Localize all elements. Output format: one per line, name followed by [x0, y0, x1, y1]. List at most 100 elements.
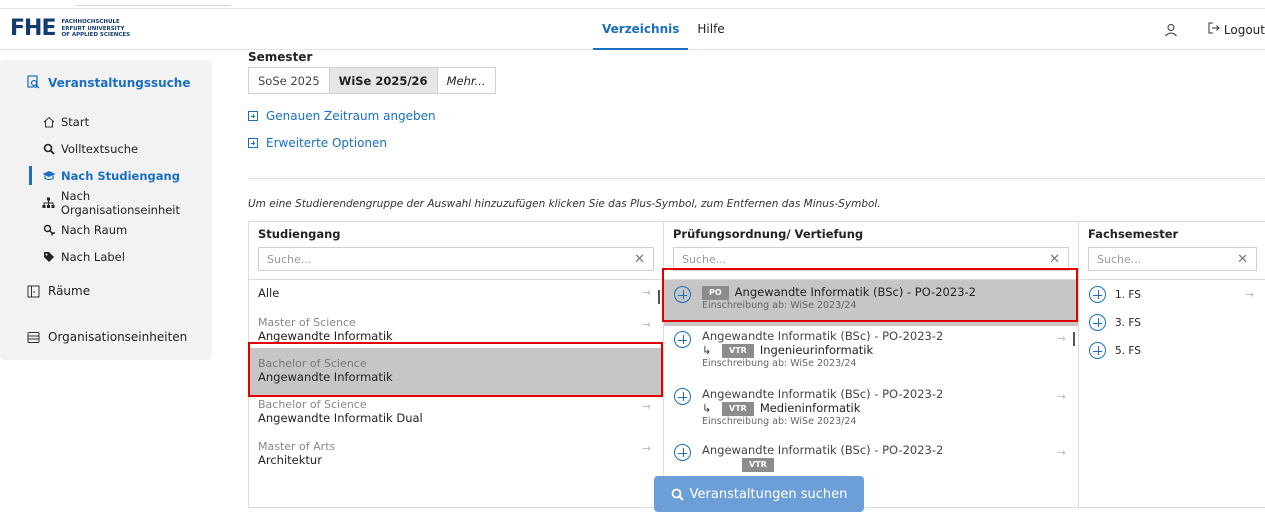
studiengang-search-input[interactable]: Suche... ✕ — [258, 247, 654, 271]
fachsemester-search-input[interactable]: Suche... ✕ — [1088, 247, 1257, 271]
sidebar-item-nach-raum[interactable]: Nach Raum — [0, 216, 212, 243]
clear-icon[interactable]: ✕ — [1237, 252, 1248, 267]
list-item[interactable]: Bachelor of Science Angewandte Informati… — [249, 396, 663, 440]
graduation-cap-icon — [42, 170, 56, 182]
po-badge: PO — [702, 285, 729, 300]
timespan-link-label: Genauen Zeitraum angeben — [266, 109, 436, 123]
vtr-badge: VTR — [722, 343, 754, 358]
arrow-right-icon: → — [641, 286, 651, 299]
sidebar-main-label: Veranstaltungssuche — [48, 76, 191, 90]
main-nav: Verzeichnis Hilfe — [593, 9, 734, 50]
vertiefung-label: Medieninformatik — [759, 401, 861, 415]
clear-icon[interactable]: ✕ — [634, 252, 645, 267]
po-note: Einschreibung ab: WiSe 2023/24 — [702, 299, 857, 311]
sitemap-icon — [42, 197, 56, 209]
fhe-logo[interactable]: FHE FACHHOCHSCHULE ERFURT UNIVERSITY OF … — [10, 17, 130, 41]
list-item[interactable]: Master of Science Angewandte Informatik … — [249, 306, 663, 348]
add-circle-icon[interactable] — [674, 388, 691, 405]
list-item-selected[interactable]: Bachelor of Science Angewandte Informati… — [249, 348, 663, 396]
sidebar-organisationseinheiten[interactable]: Organisationseinheiten — [0, 326, 212, 348]
pruefungsordnung-list: PO Angewandte Informatik (BSc) - PO-2023-… — [664, 279, 1078, 509]
po-title: Angewandte Informatik (BSc) - PO-2023-2 — [702, 329, 944, 343]
po-title: Angewandte Informatik (BSc) - PO-2023-2 — [702, 443, 944, 457]
timespan-link[interactable]: Genauen Zeitraum angeben — [248, 108, 1265, 124]
add-circle-icon[interactable] — [674, 444, 691, 461]
list-item[interactable]: Angewandte Informatik (BSc) - PO-2023-2 … — [664, 382, 1078, 438]
list-item-main: Angewandte Informatik — [258, 370, 393, 384]
list-item-sub: Master of Arts — [258, 440, 336, 453]
search-icon — [42, 143, 56, 155]
fachsemester-column: Fachsemester Suche... ✕ 1. FS → 3. FS 5.… — [1079, 222, 1265, 509]
selection-hint: Um eine Studierendengruppe der Auswahl h… — [248, 198, 881, 210]
divider — [248, 178, 1265, 179]
sidebar-org-label: Organisationseinheiten — [48, 330, 188, 344]
list-item[interactable]: 5. FS — [1079, 342, 1265, 370]
fachsemester-header: Fachsemester — [1088, 227, 1179, 241]
sidebar-item-nach-organisationseinheit[interactable]: Nach Organisationseinheit — [0, 189, 212, 217]
expand-plus-icon — [248, 111, 258, 121]
sidebar-item-volltextsuche[interactable]: Volltextsuche — [0, 135, 212, 162]
po-title: Angewandte Informatik (BSc) - PO-2023-2 — [702, 387, 944, 401]
selection-table: Studiengang Suche... ✕ Alle → Master of … — [248, 221, 1265, 509]
list-item-main: Angewandte Informatik — [258, 329, 393, 343]
list-item[interactable]: Alle → — [249, 280, 663, 306]
list-item[interactable]: Master of Arts Architektur → — [249, 440, 663, 480]
sidebar-item-start[interactable]: Start — [0, 108, 212, 135]
search-icon — [671, 488, 684, 501]
semester-button-wise-2025-26[interactable]: WiSe 2025/26 — [329, 67, 438, 94]
add-circle-icon[interactable] — [1089, 314, 1106, 331]
pruefungsordnung-header: Prüfungsordnung/ Vertiefung — [673, 227, 864, 241]
sidebar-raeume[interactable]: Räume — [0, 280, 212, 302]
list-item[interactable]: 1. FS → — [1079, 286, 1265, 314]
logout-button[interactable]: Logout — [1208, 22, 1265, 37]
sidebar-item-nach-studiengang[interactable]: Nach Studiengang — [0, 162, 212, 189]
fachsemester-list: 1. FS → 3. FS 5. FS — [1079, 279, 1265, 509]
advanced-options-link[interactable]: Erweiterte Optionen — [248, 135, 1265, 151]
arrow-right-icon: → — [641, 442, 651, 455]
add-circle-icon[interactable] — [674, 331, 691, 348]
semester-button-sose-2025[interactable]: SoSe 2025 — [248, 67, 330, 94]
fs-label: 5. FS — [1115, 345, 1141, 357]
list-item-selected[interactable]: PO Angewandte Informatik (BSc) - PO-2023-… — [664, 280, 1078, 326]
pruefungsordnung-search-input[interactable]: Suche... ✕ — [673, 247, 1069, 271]
sidebar: Veranstaltungssuche Start Volltextsuche … — [0, 60, 212, 360]
sidebar-veranstaltungssuche[interactable]: Veranstaltungssuche — [0, 72, 212, 94]
arrow-right-icon: → — [1056, 446, 1066, 459]
add-circle-icon[interactable] — [1089, 286, 1106, 303]
clear-icon[interactable]: ✕ — [1049, 252, 1060, 267]
studiengang-column: Studiengang Suche... ✕ Alle → Master of … — [249, 222, 664, 509]
list-item-main: Angewandte Informatik Dual — [258, 411, 423, 425]
main-content: Semester SoSe 2025 WiSe 2025/26 Mehr... … — [248, 50, 1265, 509]
nav-verzeichnis[interactable]: Verzeichnis — [593, 9, 689, 50]
po-title: Angewandte Informatik (BSc) - PO-2023-2 — [734, 285, 976, 299]
tag-icon — [42, 251, 56, 263]
scrollbar-thumb[interactable] — [658, 290, 660, 304]
semester-button-more[interactable]: Mehr... — [437, 67, 496, 94]
list-item-main: Architektur — [258, 453, 322, 467]
advanced-options-label: Erweiterte Optionen — [266, 136, 388, 150]
sidebar-item-label: Nach Label — [61, 249, 125, 264]
list-item[interactable]: Angewandte Informatik (BSc) - PO-2023-2 … — [664, 438, 1078, 478]
search-courses-label: Veranstaltungen suchen — [689, 486, 848, 502]
logout-icon — [1208, 22, 1224, 37]
search-courses-button[interactable]: Veranstaltungen suchen — [654, 476, 864, 512]
list-item-sub: Master of Science — [258, 316, 356, 329]
nav-hilfe[interactable]: Hilfe — [688, 9, 733, 50]
arrow-right-icon: → — [1056, 390, 1066, 403]
app-header: FHE FACHHOCHSCHULE ERFURT UNIVERSITY OF … — [0, 8, 1265, 50]
door-icon — [27, 285, 40, 298]
scrollbar-thumb[interactable] — [1073, 332, 1075, 346]
pruefungsordnung-column: Prüfungsordnung/ Vertiefung Suche... ✕ P… — [664, 222, 1079, 509]
sidebar-item-label: Volltextsuche — [61, 141, 139, 156]
expand-plus-icon — [248, 138, 258, 148]
list-item[interactable]: Angewandte Informatik (BSc) - PO-2023-2 … — [664, 326, 1078, 382]
add-circle-icon[interactable] — [1089, 342, 1106, 359]
user-icon[interactable] — [1164, 23, 1178, 37]
home-icon — [42, 116, 56, 128]
add-circle-icon[interactable] — [674, 286, 691, 303]
sidebar-item-label: Nach Raum — [61, 222, 128, 237]
user-nav: Logout — [1164, 9, 1265, 50]
list-item[interactable]: 3. FS — [1079, 314, 1265, 342]
tab-stub — [75, 0, 230, 6]
sidebar-item-nach-label[interactable]: Nach Label — [0, 243, 212, 270]
